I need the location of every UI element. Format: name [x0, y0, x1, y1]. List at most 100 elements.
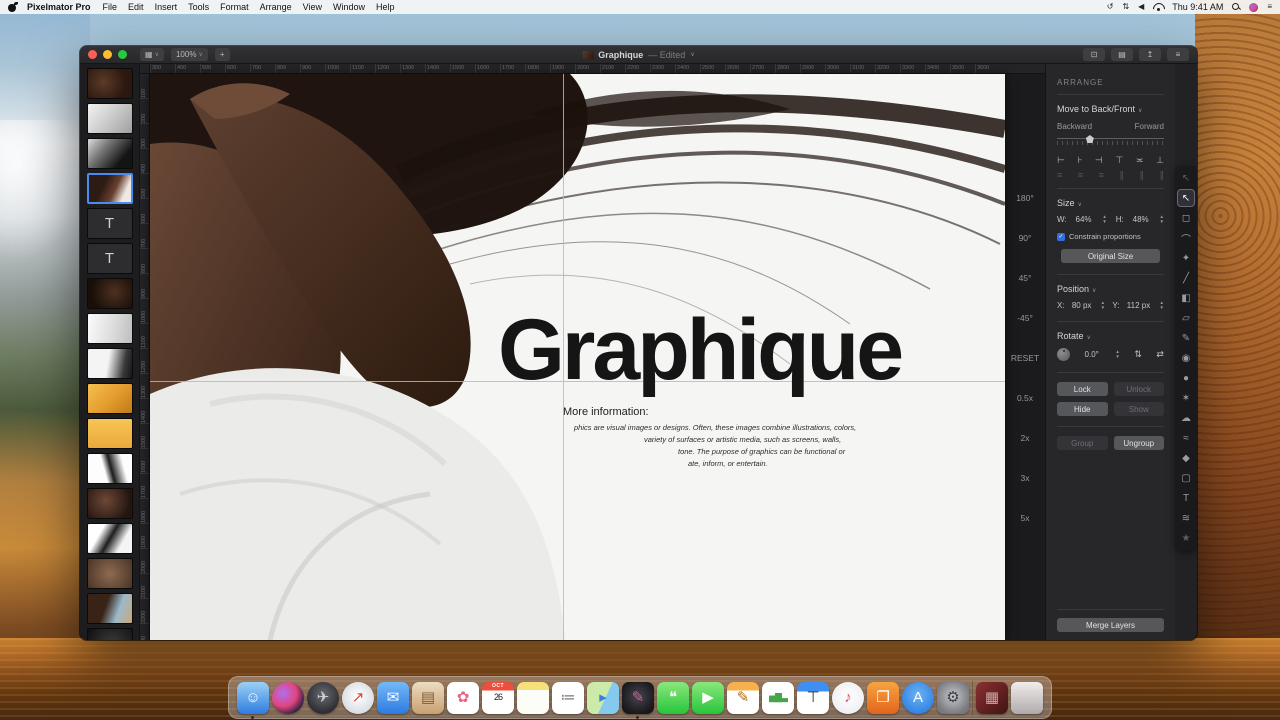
dock-safari[interactable]: ↗	[342, 682, 374, 714]
dock-pages[interactable]: ✎	[727, 682, 759, 714]
menu-item[interactable]: Help	[376, 2, 395, 12]
dock-maps[interactable]: ▸	[587, 682, 619, 714]
size-section-dropdown[interactable]: Size∨	[1057, 198, 1164, 208]
width-field[interactable]: 64%	[1076, 215, 1092, 224]
spotlight-search-icon[interactable]	[1232, 3, 1240, 11]
arrange-tool[interactable]: ↖	[1177, 189, 1195, 207]
hide-button[interactable]: Hide	[1057, 402, 1108, 416]
menu-item[interactable]: Format	[220, 2, 249, 12]
rotation-preset-label[interactable]: 180°	[1016, 193, 1034, 203]
align-bottom-icon[interactable]: ⊥	[1156, 155, 1164, 166]
align-middle-icon[interactable]: ≍	[1136, 155, 1144, 166]
dock-photos[interactable]: ✿	[447, 682, 479, 714]
layer-thumbnail[interactable]	[87, 313, 133, 344]
layer-thumbnail[interactable]: T	[87, 208, 133, 239]
distribute-right-icon[interactable]: ≡	[1099, 170, 1104, 181]
view-options-button[interactable]: ▦ ∨	[140, 48, 164, 61]
layer-thumbnail[interactable]	[87, 558, 133, 589]
original-size-button[interactable]: Original Size	[1061, 249, 1160, 263]
dock-trash[interactable]	[1011, 682, 1043, 714]
pencil-tool[interactable]: ✎	[1177, 328, 1195, 348]
dock-itunes[interactable]: ♪	[832, 682, 864, 714]
rotation-preset-label[interactable]: 2x	[1021, 433, 1030, 443]
rotate-dial[interactable]	[1057, 348, 1070, 361]
distribute-left-icon[interactable]: ≡	[1057, 170, 1062, 181]
layer-thumbnail[interactable]	[87, 523, 133, 554]
view-options-icon[interactable]: ≡	[1167, 48, 1189, 61]
dock-keynote[interactable]: ⊤	[797, 682, 829, 714]
preview-icon[interactable]: ▤	[1111, 48, 1133, 61]
crop-icon[interactable]: ⊡	[1083, 48, 1105, 61]
layer-thumbnail[interactable]	[87, 383, 133, 414]
dock-books[interactable]: ❐	[867, 682, 899, 714]
canvas-body-text[interactable]: phics are visual images or designs. Ofte…	[574, 423, 856, 432]
menu-item[interactable]: View	[303, 2, 322, 12]
rotate-section-dropdown[interactable]: Rotate∨	[1057, 331, 1164, 341]
menu-item[interactable]: Tools	[188, 2, 209, 12]
layer-thumbnail[interactable]	[87, 173, 133, 204]
dock-numbers[interactable]: ▅▇▃	[762, 682, 794, 714]
rotation-preset-label[interactable]: 45°	[1019, 273, 1032, 283]
apple-menu-icon[interactable]	[8, 3, 17, 12]
lasso-tool[interactable]: ⌒	[1177, 228, 1195, 248]
menu-item[interactable]: Arrange	[260, 2, 292, 12]
dock-messages[interactable]: ❝	[657, 682, 689, 714]
layer-thumbnail[interactable]	[87, 103, 133, 134]
close-window-button[interactable]	[88, 50, 97, 59]
y-stepper[interactable]: ▲▼	[1160, 301, 1164, 310]
shape-tool[interactable]: ▢	[1177, 468, 1195, 488]
rotate-stepper[interactable]: ▲▼	[1115, 350, 1119, 359]
dock-finder[interactable]: ☺	[237, 682, 269, 714]
fullscreen-window-button[interactable]	[118, 50, 127, 59]
height-field[interactable]: 48%	[1133, 215, 1149, 224]
width-stepper[interactable]: ▲▼	[1102, 215, 1106, 224]
type-tool[interactable]: T	[1177, 488, 1195, 508]
add-button[interactable]: +	[215, 48, 230, 61]
canvas-headline-text[interactable]: Graphique	[498, 307, 901, 393]
smudge-tool[interactable]: ≈	[1177, 428, 1195, 448]
siri-icon[interactable]	[1249, 3, 1258, 12]
dock-launchpad[interactable]: ✈	[307, 682, 339, 714]
y-field[interactable]: 112 px	[1127, 301, 1150, 310]
dock-notes[interactable]	[517, 682, 549, 714]
menu-item[interactable]: Insert	[155, 2, 178, 12]
sharpen-tool[interactable]: ✶	[1177, 388, 1195, 408]
line-tool[interactable]: ╱	[1177, 268, 1195, 288]
move-to-back-front-dropdown[interactable]: Move to Back/Front∨	[1057, 104, 1164, 114]
flip-vertical-icon[interactable]: ⇅	[1134, 349, 1142, 360]
color-fill-tool[interactable]: ◧	[1177, 288, 1195, 308]
pixelmator-cursor-tool[interactable]: ↖	[1177, 168, 1195, 188]
layer-thumbnail[interactable]	[87, 628, 133, 640]
updown-arrows-icon[interactable]: ⇅	[1122, 3, 1129, 11]
layer-thumbnail[interactable]	[87, 593, 133, 624]
align-left-icon[interactable]: ⊢	[1057, 155, 1065, 166]
rotation-preset-label[interactable]: -45°	[1017, 313, 1033, 323]
share-icon[interactable]: ↥	[1139, 48, 1161, 61]
position-section-dropdown[interactable]: Position∨	[1057, 284, 1164, 294]
layer-thumbnail[interactable]	[87, 68, 133, 99]
dock-mail[interactable]: ✉	[377, 682, 409, 714]
volume-icon[interactable]: ◀	[1138, 3, 1144, 11]
layer-thumbnail[interactable]	[87, 278, 133, 309]
slider-thumb[interactable]	[1086, 135, 1094, 143]
effects-tool[interactable]: ★	[1177, 528, 1195, 548]
layer-thumbnail[interactable]	[87, 488, 133, 519]
brush-tool[interactable]: ●	[1177, 368, 1195, 388]
notification-center-icon[interactable]: ≡	[1267, 3, 1272, 11]
rotate-angle-field[interactable]: 0.0°	[1085, 350, 1099, 359]
rotation-preset-label[interactable]: 3x	[1021, 473, 1030, 483]
zoom-level-button[interactable]: 100% ∨	[171, 48, 208, 61]
x-field[interactable]: 80 px	[1072, 301, 1092, 310]
dock-contacts[interactable]: ▤	[412, 682, 444, 714]
dock-siri[interactable]	[272, 682, 304, 714]
dock-app-store[interactable]: A	[902, 682, 934, 714]
rotation-preset-label[interactable]: 5x	[1021, 513, 1030, 523]
canvas-body-text[interactable]: variety of surfaces or artistic media, s…	[644, 435, 841, 444]
stamp-tool[interactable]: ◉	[1177, 348, 1195, 368]
wifi-icon[interactable]	[1153, 3, 1163, 11]
dock-divider[interactable]	[972, 681, 973, 715]
constrain-proportions-checkbox[interactable]: ✓	[1057, 233, 1065, 241]
eraser-tool[interactable]: ▱	[1177, 308, 1195, 328]
align-right-icon[interactable]: ⊣	[1095, 155, 1103, 166]
layer-thumbnail[interactable]	[87, 138, 133, 169]
